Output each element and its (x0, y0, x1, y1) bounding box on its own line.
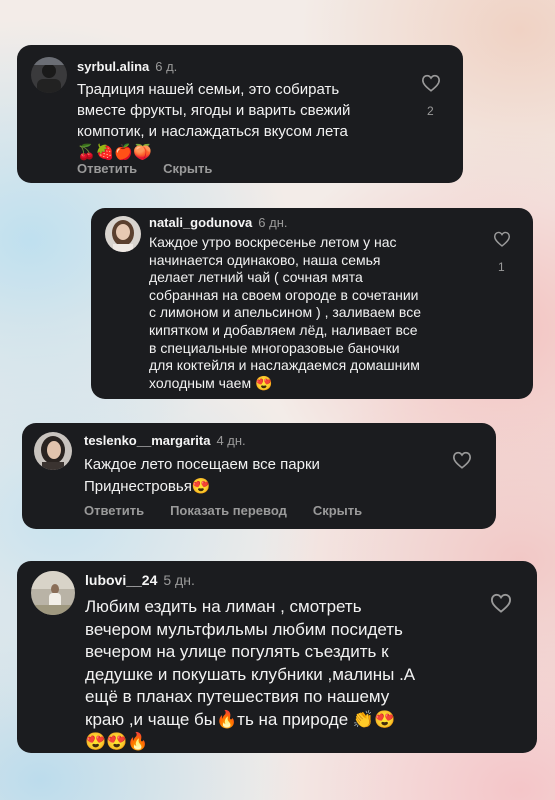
comment-username[interactable]: syrbul.alina 6 д. (77, 59, 177, 74)
comment-line: холодным чаем 😍 (149, 374, 273, 391)
comment-card-1: syrbul.alina 6 д. Традиция нашей семьи, э… (17, 45, 463, 183)
comment-line: ещё в планах путешествия по нашему (85, 687, 390, 706)
comment-line: с лимоном и апельсином ) , заливаем все (149, 304, 421, 321)
heart-outline-icon[interactable] (490, 593, 512, 613)
comment-text: Любим ездить на лиман , смотреть вечером… (85, 596, 415, 754)
comment-username[interactable]: natali_godunova 6 дн. (149, 215, 288, 230)
like-count: 1 (498, 260, 505, 274)
comment-text: Каждое лето посещаем все парки Приднестр… (84, 454, 320, 498)
comment-line: дедушке и покушать клубники ,малины .А (85, 664, 416, 684)
username-text[interactable]: lubovi__24 (85, 572, 157, 588)
comment-line: делает летний чай ( сочная мята (149, 269, 363, 286)
comment-card-4: lubovi__24 5 дн. Любим ездить на лиман , … (17, 561, 537, 753)
username-text[interactable]: teslenko__margarita (84, 433, 210, 448)
comment-time: 6 д. (155, 59, 178, 74)
comment-line: кипятком и добавляем лёд, наливает все (149, 321, 418, 338)
avatar[interactable] (31, 57, 67, 93)
reply-button[interactable]: Ответить (77, 161, 137, 176)
hide-button[interactable]: Скрыть (313, 503, 362, 518)
comment-line: Каждое утро воскресенье летом у нас (149, 234, 397, 250)
comment-line: Приднестровья😍 (84, 478, 211, 495)
heart-outline-icon[interactable] (452, 451, 472, 469)
comment-actions: Ответить Скрыть (77, 161, 238, 176)
comment-line: 😍😍🔥 (85, 732, 149, 751)
username-text[interactable]: syrbul.alina (77, 59, 149, 74)
comment-line: вечером мультфильмы любим посидеть (85, 619, 403, 639)
comment-line: начинается одинаково, наша семья (149, 251, 381, 268)
show-translation-button[interactable]: Показать перевод (170, 503, 287, 518)
comment-line: вечером на улице погулять съездить к (85, 642, 389, 661)
comment-line: для коктейля и наслаждаемся домашним (149, 357, 420, 374)
heart-outline-icon[interactable] (493, 231, 511, 247)
hide-button[interactable]: Скрыть (163, 161, 212, 176)
comment-card-3: teslenko__margarita 4 дн. Каждое лето пос… (22, 423, 496, 529)
comment-time: 6 дн. (258, 215, 288, 230)
comment-text: Каждое утро воскресенье летом у нас начи… (149, 234, 421, 392)
comment-line: Каждое лето посещаем все парки (84, 456, 320, 473)
comment-line: вместе фрукты, ягоды и варить свежий (77, 102, 351, 119)
comment-line: компотик, и наслаждаться вкусом лета (77, 123, 348, 140)
reply-button[interactable]: Ответить (84, 503, 144, 518)
avatar[interactable] (34, 432, 72, 470)
comment-text: Традиция нашей семьи, это собирать вмест… (77, 79, 350, 163)
comment-line: Традиция нашей семьи, это собирать (77, 81, 340, 98)
comment-line: краю ,и чаще бы🔥ть на природе 👏😍 (85, 709, 396, 729)
heart-outline-icon[interactable] (421, 74, 441, 92)
comment-actions: Ответить Показать перевод Скрыть (84, 503, 388, 518)
comment-username[interactable]: teslenko__margarita 4 дн. (84, 433, 246, 448)
comment-line: 🍒🍓🍎🍑 (77, 144, 152, 161)
comment-username[interactable]: lubovi__24 5 дн. (85, 572, 195, 588)
avatar[interactable] (105, 216, 141, 252)
comment-line: Любим ездить на лиман , смотреть (85, 597, 362, 616)
comment-time: 4 дн. (216, 433, 246, 448)
username-text[interactable]: natali_godunova (149, 215, 252, 230)
comment-card-2: natali_godunova 6 дн. Каждое утро воскрес… (91, 208, 533, 399)
comment-line: в специальные многоразовые баночки (149, 339, 400, 356)
comment-line: собранная на своем огороде в сочетании (149, 286, 419, 303)
avatar[interactable] (31, 571, 75, 615)
like-count: 2 (427, 104, 434, 118)
comment-time: 5 дн. (163, 572, 195, 588)
